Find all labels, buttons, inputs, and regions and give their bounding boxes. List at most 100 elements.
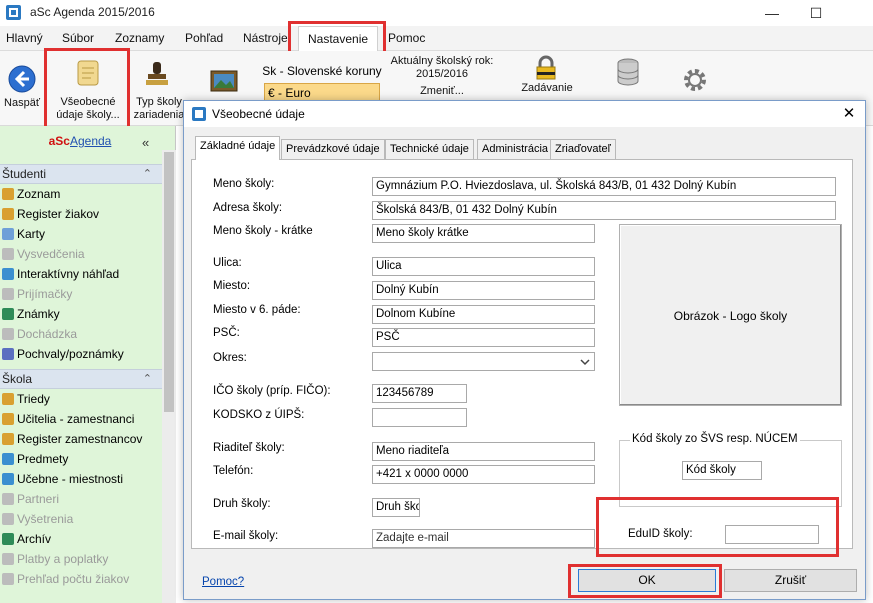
cancel-button[interactable]: Zrušiť [724,569,857,592]
short-name-input[interactable]: Meno školy krátke [372,224,595,243]
district-select[interactable] [372,352,595,371]
sidebar-item-label: Register zamestnancov [17,432,143,446]
school-name-input[interactable]: Gymnázium P.O. Hviezdoslava, ul. Školská… [372,177,836,196]
sidebar-item[interactable]: Pochvaly/poznámky [0,345,162,365]
menu-pohlad[interactable]: Pohľad [185,31,223,45]
sidebar-item-label: Interaktívny náhľad [17,267,120,281]
minimize-button[interactable]: — [752,0,792,26]
sidebar-section-1[interactable]: Škola ⌃ [0,369,162,389]
sidebar-item-icon [2,473,14,485]
phone-input[interactable]: +421 x 0000 0000 [372,465,595,484]
sidebar-item-label: Zoznam [17,187,61,201]
picture-icon[interactable] [209,68,239,94]
scroll-icon [77,60,99,86]
sidebar-item-label: Pochvaly/poznámky [17,347,124,361]
school-type-field-label: Druh školy: [213,498,271,510]
psc-input[interactable]: PSČ [372,328,595,347]
dialog-close-button[interactable]: ✕ [839,104,859,124]
menu-hlavny[interactable]: Hlavný [6,31,43,45]
sidebar-item[interactable]: Register zamestnancov [0,430,162,450]
menu-nastavenie[interactable]: Nastavenie [298,26,379,52]
school-address-input[interactable]: Školská 843/B, 01 432 Dolný Kubín [372,201,836,220]
city-label: Miesto: [213,280,251,292]
menu-zoznamy[interactable]: Zoznamy [115,31,164,45]
eduid-input[interactable] [725,525,819,544]
sidebar-item-label: Karty [17,227,46,241]
sidebar-collapse-button[interactable]: « [142,135,149,150]
psc-label: PSČ: [213,327,240,339]
sidebar-item[interactable]: Predmety [0,450,162,470]
school-logo-button[interactable]: Obrázok - Logo školy [619,224,842,406]
sidebar-item[interactable]: Karty [0,225,162,245]
back-button[interactable]: Naspäť [2,63,40,113]
sidebar-item-icon [2,328,14,340]
brand-prefix: aSc [48,134,70,148]
tab-administracia[interactable]: Administrácia [477,139,554,159]
dialog-title: Všeobecné údaje [212,107,305,121]
entry-button[interactable]: Zadávanie [512,82,582,95]
school-type-button[interactable]: Typ školy zariadenia [132,55,184,121]
email-input[interactable]: Zadajte e-mail [372,529,595,548]
sidebar-item[interactable]: Známky [0,305,162,325]
school-code-input[interactable]: Kód školy [682,461,762,480]
sidebar-item-label: Učitelia - zamestnanci [17,412,135,426]
school-year-change-button[interactable]: Zmeniť... [386,85,498,98]
sidebar-item[interactable]: Učebne - miestnosti [0,470,162,490]
director-input[interactable]: Meno riaditeľa [372,442,595,461]
sidebar-brand[interactable]: aScAgenda [0,134,160,148]
gear-icon[interactable] [680,65,710,95]
stamp-icon [146,62,168,85]
sidebar-item[interactable]: Zoznam [0,185,162,205]
tab-prevadzkove-udaje[interactable]: Prevádzkové údaje [281,139,385,159]
ico-input[interactable]: 123456789 [372,384,467,403]
school-address-label: Adresa školy: [213,202,283,214]
ico-label: IČO školy (príp. FIČO): [213,385,331,397]
sidebar-scrollbar-thumb[interactable] [164,152,174,412]
database-icon[interactable] [616,57,640,87]
sidebar-item[interactable]: Triedy [0,390,162,410]
sidebar-item-label: Dochádzka [17,327,78,341]
back-label: Naspäť [4,97,40,109]
sidebar-item[interactable]: Register žiakov [0,205,162,225]
sidebar-item: Platby a poplatky [0,550,162,570]
chevron-up-icon[interactable]: ⌃ [143,372,152,385]
dialog-app-icon [192,107,206,121]
help-link[interactable]: Pomoc? [202,576,244,588]
tab-technicke-udaje[interactable]: Technické údaje [385,139,474,159]
sidebar-item-label: Platby a poplatky [17,552,109,566]
chevron-down-icon[interactable] [579,357,591,367]
school-code-group: Kód školy zo ŠVS resp. NÚCEM Kód školy [619,433,842,507]
sidebar-item-icon [2,268,14,280]
kodsko-input[interactable] [372,408,467,427]
menu-pomoc[interactable]: Pomoc [388,31,425,45]
sidebar-item-icon [2,553,14,565]
sidebar-item-label: Triedy [17,392,50,406]
sidebar-section-0[interactable]: Študenti ⌃ [0,164,162,184]
street-input[interactable]: Ulica [372,257,595,276]
tab-zakladne-udaje[interactable]: Základné údaje [195,136,281,160]
short-name-label: Meno školy - krátke [213,225,313,237]
ok-button[interactable]: OK [578,569,716,592]
sidebar-item[interactable]: Učitelia - zamestnanci [0,410,162,430]
sidebar-item[interactable]: Interaktívny náhľad [0,265,162,285]
eduid-label: EduID školy: [628,528,693,540]
sidebar-item-label: Prijímačky [17,287,73,301]
sidebar-item[interactable]: Archív [0,530,162,550]
city-locative-input[interactable]: Dolnom Kubíne [372,305,595,324]
tab-zriadovatel[interactable]: Zriaďovateľ [550,139,616,159]
menu-nastroje[interactable]: Nástroje [243,31,288,45]
street-label: Ulica: [213,257,242,269]
school-type-input[interactable]: Druh škola [372,498,420,517]
general-data-button[interactable]: Všeobecné údaje školy... [50,55,126,121]
menu-subor[interactable]: Súbor [62,31,94,45]
sidebar-item: Partneri [0,490,162,510]
sidebar-item-label: Archív [17,532,52,546]
chevron-up-icon[interactable]: ⌃ [143,167,152,180]
city-locative-label: Miesto v 6. páde: [213,304,301,316]
city-input[interactable]: Dolný Kubín [372,281,595,300]
maximize-button[interactable]: ☐ [796,0,836,26]
app-logo-icon [6,5,21,20]
app-titlebar: aSc Agenda 2015/2016 — ☐ [0,0,873,26]
tab-panel-zakladne-udaje: Meno školy: Gymnázium P.O. Hviezdoslava,… [191,159,853,549]
sidebar-item-label: Známky [17,307,60,321]
